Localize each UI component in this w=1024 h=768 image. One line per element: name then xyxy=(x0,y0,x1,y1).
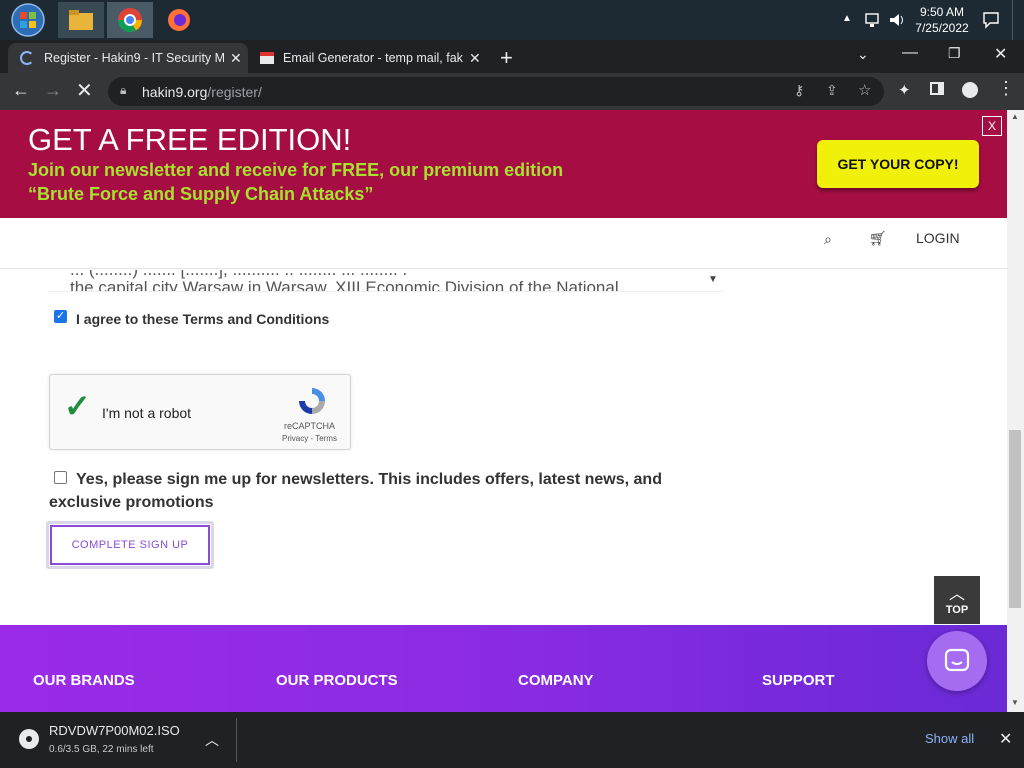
promo-banner: GET A FREE EDITION! Join our newsletter … xyxy=(0,110,1007,218)
show-desktop-button[interactable] xyxy=(1012,0,1024,40)
tab-email-generator[interactable]: Email Generator - temp mail, fake ✕ xyxy=(252,43,487,73)
close-window-icon[interactable]: ✕ xyxy=(994,44,1007,64)
site-header: ⌕ 🛒︎ LOGIN xyxy=(0,218,1007,269)
chrome-icon xyxy=(118,8,142,33)
close-download-bar-icon[interactable]: ✕ xyxy=(999,729,1012,749)
windows-start-icon xyxy=(11,3,45,37)
chevron-up-icon: ︿ xyxy=(948,586,965,603)
volume-icon[interactable] xyxy=(888,11,906,29)
email-favicon-icon xyxy=(260,52,274,64)
close-banner-button[interactable]: X xyxy=(982,116,1002,136)
scroll-down-icon[interactable]: ▼ xyxy=(1011,698,1019,707)
forward-icon[interactable]: → xyxy=(44,80,62,101)
download-bar: RDVDW7P00M02.ISO 0.6/3.5 GB, 22 mins lef… xyxy=(0,712,1024,768)
agree-checkbox[interactable]: ✓ xyxy=(54,310,67,323)
close-tab-icon[interactable]: ✕ xyxy=(230,50,242,67)
chat-launcher-button[interactable] xyxy=(927,631,987,691)
show-all-downloads-link[interactable]: Show all xyxy=(925,731,974,746)
captcha-checkmark-icon[interactable]: ✓ xyxy=(64,387,91,425)
cart-icon[interactable]: 🛒︎ xyxy=(869,230,887,247)
tab-title: Register - Hakin9 - IT Security Ma xyxy=(44,51,224,65)
get-copy-button[interactable]: GET YOUR COPY! xyxy=(817,140,979,188)
complete-sign-up-button[interactable]: COMPLETE SIGN UP xyxy=(50,525,210,565)
side-panel-icon[interactable] xyxy=(930,82,944,95)
close-tab-icon[interactable]: ✕ xyxy=(469,50,481,67)
back-to-top-button[interactable]: ︿ TOP xyxy=(934,576,980,624)
login-link[interactable]: LOGIN xyxy=(916,230,960,246)
share-icon[interactable]: ⇪ xyxy=(826,82,838,99)
page-scrollbar[interactable]: ▲ ▼ xyxy=(1007,110,1024,712)
scrollbar-thumb[interactable] xyxy=(1009,430,1021,608)
notifications-icon[interactable] xyxy=(982,11,1000,29)
start-button[interactable] xyxy=(6,2,50,38)
chat-icon xyxy=(944,648,970,672)
tab-search-icon[interactable]: ⌄ xyxy=(857,46,869,63)
clock-time: 9:50 AM xyxy=(919,5,965,19)
extensions-icon[interactable]: ✦ xyxy=(898,81,911,99)
banner-line-2: “Brute Force and Supply Chain Attacks” xyxy=(28,184,374,204)
download-filename[interactable]: RDVDW7P00M02.ISO xyxy=(49,723,180,738)
recaptcha-logo-icon xyxy=(299,388,325,414)
banner-title: GET A FREE EDITION! xyxy=(28,122,352,157)
browser-chrome: Register - Hakin9 - IT Security Ma ✕ Ema… xyxy=(0,40,1024,110)
lock-icon: 🔒︎ xyxy=(120,83,127,97)
scroll-down-arrow-icon[interactable]: ▼ xyxy=(708,274,718,285)
file-explorer-button[interactable] xyxy=(58,2,104,38)
footer-col-products[interactable]: OUR PRODUCTS xyxy=(276,672,398,689)
chrome-taskbar-button[interactable] xyxy=(107,2,153,38)
restore-icon[interactable]: ❐ xyxy=(948,45,961,62)
banner-line-1: Join our newsletter and receive for FREE… xyxy=(28,160,564,180)
network-icon[interactable] xyxy=(864,11,882,29)
captcha-links[interactable]: Privacy - Terms xyxy=(282,434,337,443)
search-icon[interactable]: ⌕ xyxy=(824,231,832,248)
web-page: GET A FREE EDITION! Join our newsletter … xyxy=(0,110,1007,712)
download-divider xyxy=(236,718,237,762)
url-text: hakin9.org/register/ xyxy=(142,84,262,100)
terms-text: the capital city Warsaw in Warsaw, XIII … xyxy=(70,278,619,292)
chrome-menu-icon[interactable]: ⋮ xyxy=(997,78,1015,99)
clock[interactable]: 9:50 AM 7/25/2022 xyxy=(912,4,972,36)
new-tab-icon[interactable]: + xyxy=(500,45,513,71)
key-icon[interactable]: ⚷ xyxy=(794,82,804,99)
recaptcha-widget: ✓ I'm not a robot reCAPTCHA Privacy - Te… xyxy=(49,374,351,450)
submit-focus-ring: COMPLETE SIGN UP xyxy=(46,521,214,569)
taskbar: ▲ 9:50 AM 7/25/2022 xyxy=(0,0,1024,40)
download-options-icon[interactable]: ︿ xyxy=(205,730,219,750)
tab-register[interactable]: Register - Hakin9 - IT Security Ma ✕ xyxy=(8,43,248,73)
iso-file-icon xyxy=(19,729,39,749)
tab-title: Email Generator - temp mail, fake xyxy=(283,51,463,65)
minimize-icon[interactable]: — xyxy=(902,44,918,62)
terms-box[interactable]: ... (........) ....... [.......], ......… xyxy=(48,270,724,292)
newsletter-label: Yes, please sign me up for newsletters. … xyxy=(49,471,662,511)
bookmark-star-icon[interactable]: ☆ xyxy=(858,81,871,99)
download-progress: 0.6/3.5 GB, 22 mins left xyxy=(49,744,154,755)
back-icon[interactable]: ← xyxy=(12,80,30,101)
captcha-label: I'm not a robot xyxy=(102,405,192,421)
agree-label: I agree to these Terms and Conditions xyxy=(76,311,330,327)
url-path: /register/ xyxy=(207,84,262,100)
footer-col-brands[interactable]: OUR BRANDS xyxy=(33,672,135,689)
folder-icon xyxy=(69,10,93,30)
footer-col-support[interactable]: SUPPORT xyxy=(762,672,835,689)
scroll-up-icon[interactable]: ▲ xyxy=(1011,112,1019,121)
clock-date: 7/25/2022 xyxy=(915,21,969,35)
address-bar[interactable]: 🔒︎ hakin9.org/register/ ⚷ ⇪ ☆ xyxy=(108,77,884,106)
stop-loading-icon[interactable]: ✕ xyxy=(76,78,93,103)
tray-expand-icon[interactable]: ▲ xyxy=(842,13,852,24)
captcha-brand: reCAPTCHA xyxy=(284,421,336,431)
top-label: TOP xyxy=(945,604,969,616)
profile-avatar-icon[interactable] xyxy=(962,82,978,98)
url-host: hakin9.org xyxy=(142,84,208,100)
loading-spinner-icon xyxy=(20,51,34,65)
firefox-icon xyxy=(168,9,190,31)
toolbar: ← → ✕ 🔒︎ hakin9.org/register/ ⚷ ⇪ ☆ ✦ ⋮ xyxy=(0,73,1024,110)
footer-col-company[interactable]: COMPANY xyxy=(518,672,594,689)
firefox-taskbar-button[interactable] xyxy=(157,2,201,38)
footer: OUR BRANDS OUR PRODUCTS COMPANY SUPPORT xyxy=(0,625,1007,712)
